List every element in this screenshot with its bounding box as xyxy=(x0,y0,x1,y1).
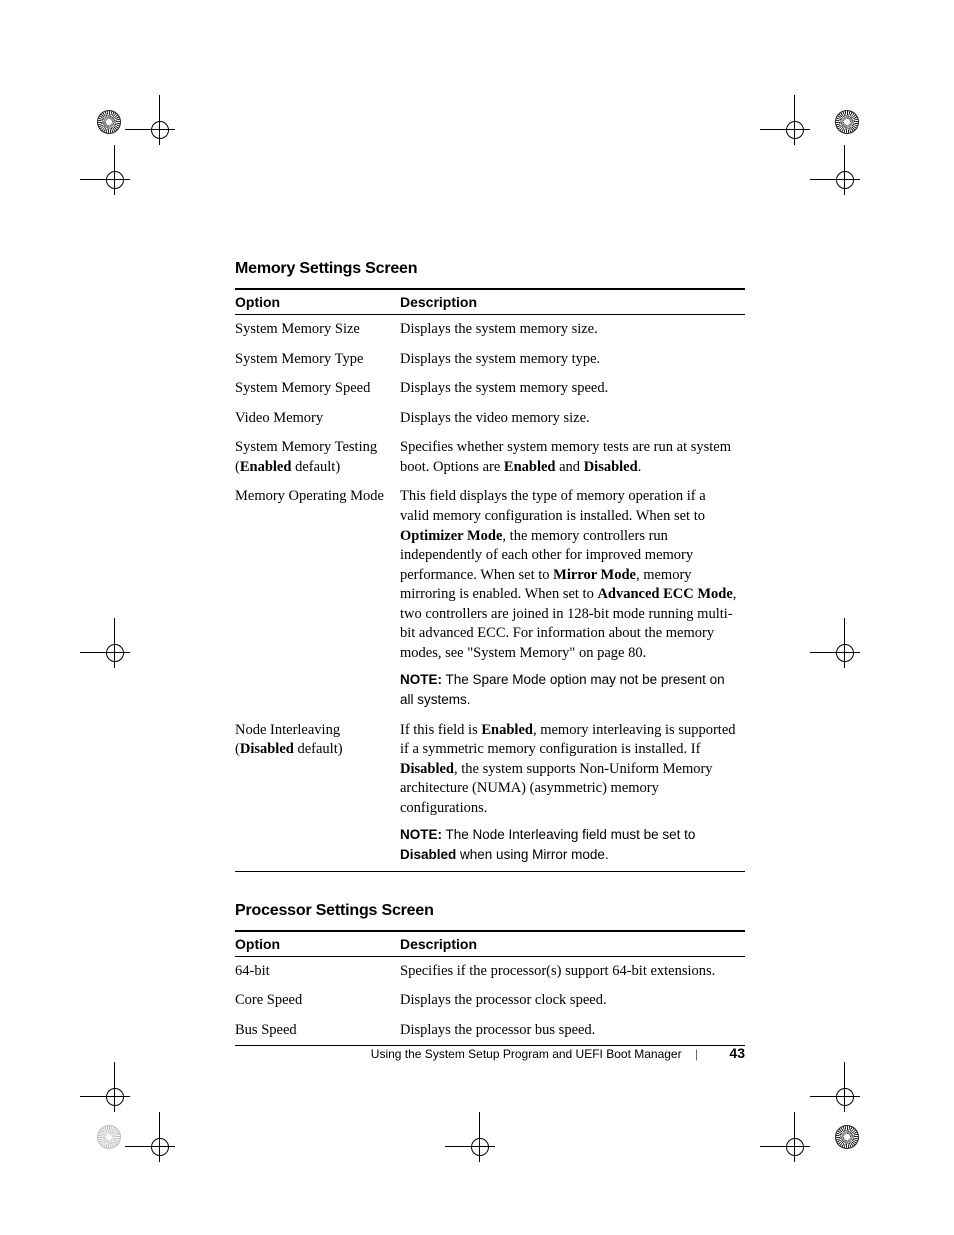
description-cell: Displays the video memory size. xyxy=(400,404,745,434)
table-row: System Memory SizeDisplays the system me… xyxy=(235,315,745,345)
emphasis-text: Enabled xyxy=(504,459,556,475)
option-cell: Core Speed xyxy=(235,986,400,1016)
option-cell: Node Interleaving(Disabled default) xyxy=(235,716,400,871)
crop-mark-icon xyxy=(810,1062,880,1132)
description-cell: Displays the processor bus speed. xyxy=(400,1016,745,1046)
crop-mark-icon xyxy=(80,618,150,688)
description-cell: If this field is Enabled, memory interle… xyxy=(400,716,745,871)
note-text: The Spare Mode option may not be present… xyxy=(400,672,725,707)
table-row: 64-bitSpecifies if the processor(s) supp… xyxy=(235,956,745,986)
emphasis-text: Disabled xyxy=(584,459,638,475)
crop-mark-icon xyxy=(810,145,880,215)
note-label: NOTE: xyxy=(400,672,442,687)
table-row: Memory Operating ModeThis field displays… xyxy=(235,482,745,715)
option-cell: Memory Operating Mode xyxy=(235,482,400,715)
footer-text: Using the System Setup Program and UEFI … xyxy=(371,1047,682,1061)
crop-mark-icon xyxy=(80,145,150,215)
note-label: NOTE: xyxy=(400,827,442,842)
section-heading: Processor Settings Screen xyxy=(235,902,745,920)
option-cell: System Memory Type xyxy=(235,345,400,375)
table-row: Bus SpeedDisplays the processor bus spee… xyxy=(235,1016,745,1046)
note-text: The Node Interleaving field must be set … xyxy=(400,827,695,862)
description-cell: Specifies whether system memory tests ar… xyxy=(400,433,745,482)
emphasis-text: Enabled xyxy=(481,722,533,738)
table-row: Video MemoryDisplays the video memory si… xyxy=(235,404,745,434)
option-cell: System Memory Testing(Enabled default) xyxy=(235,433,400,482)
option-cell: System Memory Size xyxy=(235,315,400,345)
options-table: OptionDescriptionSystem Memory SizeDispl… xyxy=(235,288,745,872)
default-value: Disabled xyxy=(240,741,294,757)
note-block: NOTE: The Spare Mode option may not be p… xyxy=(400,671,737,710)
emphasis-text: Disabled xyxy=(400,761,454,777)
page-footer: Using the System Setup Program and UEFI … xyxy=(235,1045,745,1061)
table-row: System Memory SpeedDisplays the system m… xyxy=(235,374,745,404)
emphasis-text: Optimizer Mode xyxy=(400,528,502,544)
options-table: OptionDescription64-bitSpecifies if the … xyxy=(235,930,745,1047)
option-cell: 64-bit xyxy=(235,956,400,986)
option-cell: System Memory Speed xyxy=(235,374,400,404)
description-cell: Specifies if the processor(s) support 64… xyxy=(400,956,745,986)
section-heading: Memory Settings Screen xyxy=(235,260,745,278)
emphasis-text: Advanced ECC Mode xyxy=(597,586,732,602)
emphasis-text: Mirror Mode xyxy=(553,567,636,583)
footer-separator: | xyxy=(695,1047,698,1061)
crop-mark-icon xyxy=(810,618,880,688)
crop-mark-icon xyxy=(445,1112,515,1182)
description-cell: This field displays the type of memory o… xyxy=(400,482,745,715)
option-cell: Bus Speed xyxy=(235,1016,400,1046)
description-cell: Displays the processor clock speed. xyxy=(400,986,745,1016)
column-header-option: Option xyxy=(235,289,400,315)
column-header-description: Description xyxy=(400,289,745,315)
emphasis-text: Disabled xyxy=(400,847,456,862)
registration-rosette-icon xyxy=(835,110,859,134)
description-cell: Displays the system memory size. xyxy=(400,315,745,345)
option-cell: Video Memory xyxy=(235,404,400,434)
table-row: Core SpeedDisplays the processor clock s… xyxy=(235,986,745,1016)
table-row: System Memory TypeDisplays the system me… xyxy=(235,345,745,375)
table-row: System Memory Testing(Enabled default)Sp… xyxy=(235,433,745,482)
column-header-option: Option xyxy=(235,931,400,957)
note-block: NOTE: The Node Interleaving field must b… xyxy=(400,826,737,865)
default-value: Enabled xyxy=(240,459,292,475)
crop-mark-icon xyxy=(80,1062,150,1132)
description-cell: Displays the system memory type. xyxy=(400,345,745,375)
page-number: 43 xyxy=(729,1045,745,1061)
registration-rosette-icon xyxy=(97,110,121,134)
column-header-description: Description xyxy=(400,931,745,957)
table-row: Node Interleaving(Disabled default)If th… xyxy=(235,716,745,871)
page-content: Memory Settings ScreenOptionDescriptionS… xyxy=(235,260,745,1076)
description-cell: Displays the system memory speed. xyxy=(400,374,745,404)
